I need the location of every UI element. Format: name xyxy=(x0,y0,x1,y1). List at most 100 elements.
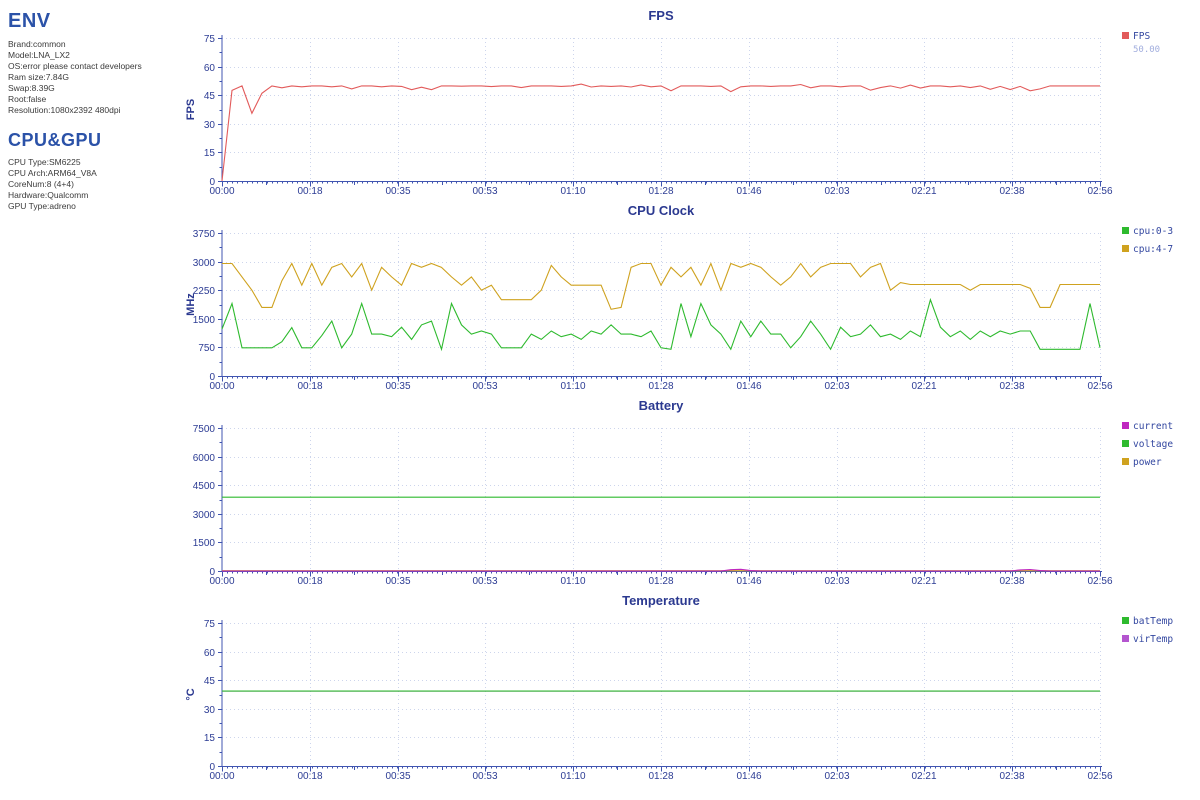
x-tick-label: 01:10 xyxy=(560,771,585,782)
y-tick-label: 6000 xyxy=(193,453,216,464)
env-title: ENV xyxy=(8,10,51,32)
x-tick-label: 02:56 xyxy=(1087,381,1112,392)
legend-swatch-icon xyxy=(1122,617,1129,624)
y-tick-label: 45 xyxy=(204,91,216,102)
env-line: Model:LNA_LX2 xyxy=(8,50,70,60)
x-tick-label: 00:53 xyxy=(472,771,497,782)
y-axis-label: FPS xyxy=(185,99,197,120)
y-tick-label: 30 xyxy=(204,705,216,716)
legend-item-cpu:4-7[interactable]: cpu:4-7 xyxy=(1122,244,1173,255)
gridlines xyxy=(222,38,1101,181)
legend-value: 50.00 xyxy=(1133,45,1160,55)
legend-label: cpu:4-7 xyxy=(1133,244,1173,255)
x-tick-label: 00:00 xyxy=(209,771,234,782)
x-tick-label: 01:28 xyxy=(648,186,673,197)
x-tick-label: 01:28 xyxy=(648,771,673,782)
env-line: OS:error please contact developers xyxy=(8,61,142,71)
x-tick-label: 02:56 xyxy=(1087,186,1112,197)
y-tick-label: 7500 xyxy=(193,424,216,435)
x-tick-label: 01:46 xyxy=(736,186,761,197)
chart-legend: FPS 50.00 xyxy=(1122,31,1160,55)
x-tick-label: 02:38 xyxy=(999,771,1024,782)
x-axis: 00:00 00:18 00:35 00:53 01:10 01:28 01:46 02:03… xyxy=(209,765,1113,782)
legend-item-cpu:0-3[interactable]: cpu:0-3 xyxy=(1122,226,1173,237)
env-line: Root:false xyxy=(8,94,47,104)
legend-item-current[interactable]: current xyxy=(1122,421,1173,432)
y-tick-label: 3750 xyxy=(193,229,216,240)
temperature-chart-title: Temperature xyxy=(622,593,700,608)
series-lines xyxy=(221,262,1101,352)
fps-chart-canvas: FPS 0153045607500:00 00:18 00:35 00:53 01:10… xyxy=(185,8,1160,197)
x-axis: 00:00 00:18 00:35 00:53 01:10 01:28 01:46 02:03… xyxy=(209,180,1113,197)
env-line: Ram size:7.84G xyxy=(8,72,69,82)
y-tick-label: 45 xyxy=(204,676,216,687)
x-tick-label: 02:38 xyxy=(999,576,1024,587)
x-tick-label: 01:28 xyxy=(648,576,673,587)
legend-item-voltage[interactable]: voltage xyxy=(1122,439,1173,450)
y-tick-label: 15 xyxy=(204,733,216,744)
charts-column: FPS 0 15 30 45 60 75 00:00 00:18 00:35 00:53 01:10… xyxy=(160,0,1200,800)
x-tick-label: 02:21 xyxy=(911,576,936,587)
cpu-clock-chart-canvas: CPU Clock 0750150022503000375000:00 00:18… xyxy=(185,203,1173,392)
cpugpu-line: Hardware:Qualcomm xyxy=(8,190,89,200)
legend-label: virTemp xyxy=(1133,634,1173,645)
y-tick-label: 75 xyxy=(204,619,216,630)
legend-item-virTemp[interactable]: virTemp xyxy=(1122,634,1173,645)
y-tick-label: 60 xyxy=(204,63,216,74)
temperature-chart-canvas: Temperature 0153045607500:00 00:18 00:35 00… xyxy=(185,593,1173,782)
x-tick-label: 02:56 xyxy=(1087,771,1112,782)
x-tick-label: 02:03 xyxy=(824,771,849,782)
line-cpu:4-7 xyxy=(222,262,1100,310)
legend-swatch-icon xyxy=(1122,635,1129,642)
x-tick-label: 00:53 xyxy=(472,381,497,392)
x-tick-label: 02:21 xyxy=(911,381,936,392)
y-tick-label: 4500 xyxy=(193,481,216,492)
legend-item-FPS[interactable]: FPS 50.00 xyxy=(1122,31,1160,55)
y-tick-label: 60 xyxy=(204,648,216,659)
gridlines xyxy=(222,623,1101,766)
x-tick-label: 01:46 xyxy=(736,576,761,587)
legend-label: batTemp xyxy=(1133,616,1173,627)
env-lines: Brand:common Model:LNA_LX2 OS:error please… xyxy=(8,39,160,116)
x-tick-label: 00:00 xyxy=(209,186,234,197)
x-tick-label: 00:35 xyxy=(385,186,410,197)
gridlines xyxy=(222,233,1101,376)
cpugpu-line: GPU Type:adreno xyxy=(8,201,76,211)
legend-swatch-icon xyxy=(1122,227,1129,234)
legend-item-power[interactable]: power xyxy=(1122,457,1162,468)
x-tick-label: 01:10 xyxy=(560,186,585,197)
y-axis: 01530456075 xyxy=(204,34,223,188)
legend-label: cpu:0-3 xyxy=(1133,226,1173,237)
y-axis-label: °C xyxy=(185,688,197,700)
x-tick-label: 02:21 xyxy=(911,771,936,782)
x-tick-label: 02:21 xyxy=(911,186,936,197)
cpugpu-title: CPU&GPU xyxy=(8,130,102,150)
x-tick-label: 02:03 xyxy=(824,186,849,197)
x-tick-label: 02:56 xyxy=(1087,576,1112,587)
legend-label: voltage xyxy=(1133,439,1173,450)
x-tick-label: 00:18 xyxy=(297,381,322,392)
gridlines xyxy=(222,428,1101,571)
y-axis-label: MHz xyxy=(185,293,197,316)
x-tick-label: 00:00 xyxy=(209,576,234,587)
y-tick-label: 3000 xyxy=(193,510,216,521)
x-tick-label: 02:03 xyxy=(824,381,849,392)
x-axis: 00:00 00:18 00:35 00:53 01:10 01:28 01:46 02:03… xyxy=(209,570,1113,587)
x-tick-label: 01:46 xyxy=(736,771,761,782)
cpugpu-line: CoreNum:8 (4+4) xyxy=(8,179,74,189)
x-tick-label: 01:28 xyxy=(648,381,673,392)
legend-swatch-icon xyxy=(1122,32,1129,39)
y-tick-label: 750 xyxy=(198,343,215,354)
x-tick-label: 02:03 xyxy=(824,576,849,587)
legend-item-batTemp[interactable]: batTemp xyxy=(1122,616,1173,627)
chart-legend: batTemp virTemp xyxy=(1122,616,1173,645)
chart-legend: current voltage power xyxy=(1122,421,1173,468)
env-sidebar: ENV Brand:common Model:LNA_LX2 OS:error pl… xyxy=(0,0,160,800)
y-axis: 07501500225030003750 xyxy=(193,229,223,383)
legend-label: FPS xyxy=(1133,31,1150,42)
legend-label: power xyxy=(1133,457,1162,468)
y-tick-label: 3000 xyxy=(193,258,216,269)
fps-chart-title: FPS xyxy=(648,8,674,23)
x-tick-label: 00:18 xyxy=(297,186,322,197)
legend-swatch-icon xyxy=(1122,458,1129,465)
